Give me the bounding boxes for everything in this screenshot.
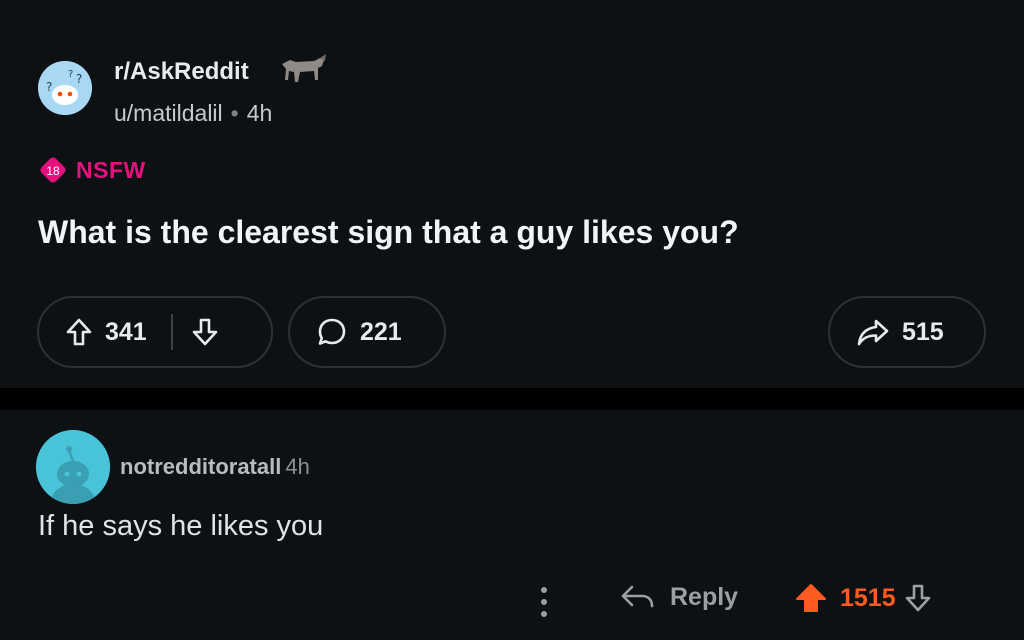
comment-meta: notredditoratall 4h (120, 454, 310, 480)
upvote-icon[interactable] (65, 317, 93, 347)
comment-vote-bar: 1515 (794, 582, 932, 614)
nsfw-label: NSFW (76, 156, 146, 183)
comment-count: 221 (360, 317, 402, 346)
more-options-icon[interactable] (532, 582, 556, 622)
horse-flair-icon (276, 52, 328, 86)
reply-button[interactable]: Reply (620, 582, 738, 612)
svg-text:?: ? (46, 80, 52, 94)
post-author[interactable]: u/matildalil (114, 100, 223, 126)
comment-author[interactable]: notredditoratall (120, 454, 281, 479)
nsfw-18-icon: 18 (40, 157, 66, 183)
post-card: ? ? ? r/AskReddit u/matildalil • 4h 18 NSF… (0, 0, 1024, 388)
svg-text:?: ? (68, 69, 73, 80)
post-age: 4h (246, 100, 273, 126)
share-button[interactable]: 515 (828, 296, 986, 368)
share-icon (856, 317, 890, 347)
meta-separator: • (230, 100, 239, 126)
share-count: 515 (902, 317, 944, 346)
downvote-icon[interactable] (904, 583, 932, 613)
svg-text:?: ? (76, 72, 82, 86)
upvote-count: 341 (105, 317, 147, 346)
post-title[interactable]: What is the clearest sign that a guy lik… (38, 214, 739, 251)
downvote-icon[interactable] (191, 317, 219, 347)
subreddit-avatar-icon[interactable]: ? ? ? (38, 61, 92, 115)
reply-icon (620, 582, 656, 612)
nsfw-tag: 18 NSFW (38, 155, 146, 185)
comment-card: notredditoratall 4h If he says he likes y… (0, 410, 1024, 640)
post-meta: u/matildalil • 4h (114, 100, 272, 127)
comment-score: 1515 (840, 583, 896, 612)
nsfw-badge-text: 18 (46, 164, 60, 178)
section-divider (0, 388, 1024, 410)
vote-divider (170, 314, 173, 350)
comment-body: If he says he likes you (38, 510, 324, 542)
reply-label: Reply (670, 582, 739, 611)
vote-bar: 341 (37, 296, 273, 368)
comment-bubble-icon (316, 316, 348, 348)
comment-age: 4h (285, 454, 310, 479)
upvote-icon[interactable] (794, 582, 828, 614)
commenter-avatar[interactable] (36, 430, 110, 504)
comments-button[interactable]: 221 (288, 296, 446, 368)
subreddit-name[interactable]: r/AskReddit (114, 58, 249, 86)
